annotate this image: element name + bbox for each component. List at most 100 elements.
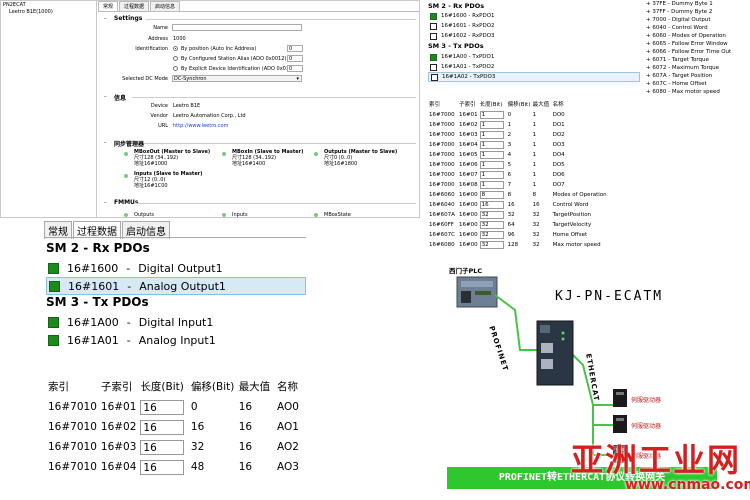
table-row[interactable]: 16#7000 16#02 1 1 1 DO1 [428, 120, 632, 130]
column-header[interactable]: 索引 [46, 377, 99, 397]
length-input[interactable]: 1 [479, 181, 504, 189]
pdo-row[interactable]: 16#1600 - RxPDO1 [428, 11, 640, 21]
pdo-row[interactable]: 16#1601- Analog Output1 [46, 277, 306, 295]
table-row[interactable]: 16#7000 16#08 1 7 1 DO7 [428, 180, 632, 190]
column-header[interactable]: 索引 [428, 100, 458, 110]
length-input[interactable]: 1 [479, 141, 504, 149]
pdo-checkbox[interactable] [48, 334, 59, 346]
name-input[interactable] [172, 24, 302, 31]
table-row[interactable]: 16#7000 16#01 1 0 1 DO0 [428, 110, 632, 120]
table-row[interactable]: 16#6060 16#00 8 8 8 Modes of Operation [428, 190, 632, 200]
radio-by-position[interactable] [173, 46, 178, 51]
pdo-row[interactable]: 16#1600- Digital Output1 [46, 259, 306, 277]
object-item[interactable]: + 7000 - Digital Output [646, 17, 711, 24]
pdo-checkbox[interactable] [430, 63, 437, 71]
length-input[interactable]: 8 [479, 191, 504, 199]
object-item[interactable]: + 6071 - Target Torque [646, 57, 709, 64]
column-header[interactable]: 长度(Bit) [138, 377, 188, 397]
length-input[interactable]: 16 [140, 439, 185, 455]
length-input[interactable]: 32 [479, 231, 504, 239]
length-input[interactable]: 1 [479, 111, 504, 119]
column-header[interactable]: 长度(Bit) [479, 100, 507, 110]
column-header[interactable]: 偏移(Bit) [189, 377, 237, 397]
tab-general[interactable]: 常规 [98, 1, 119, 11]
pdo-row[interactable]: 16#1602 - RxPDO3 [428, 31, 640, 41]
table-row[interactable]: 16#7010 16#01 16 0 16 AO0 [46, 397, 306, 417]
object-item[interactable]: + 6040 - Control Word [646, 25, 708, 32]
pdo-checkbox[interactable] [430, 32, 437, 40]
table-row[interactable]: 16#7000 16#07 1 6 1 DO6 [428, 170, 632, 180]
table-row[interactable]: 16#7000 16#04 1 3 1 DO3 [428, 140, 632, 150]
radio-by-explicit-id[interactable] [173, 66, 178, 71]
pdo-name: Digital Input1 [138, 315, 214, 329]
pdo-row[interactable]: 16#1A00 - TxPDO1 [428, 52, 640, 62]
tree-root[interactable]: PN2ECAT [3, 2, 26, 8]
position-value-input[interactable]: 0 [287, 45, 303, 52]
table-row[interactable]: 16#6080 16#00 32 128 32 Max motor speed [428, 240, 632, 250]
object-item[interactable]: + 607C - Home Offset [646, 81, 707, 88]
object-item[interactable]: + 6080 - Max motor speed [646, 89, 720, 96]
length-input[interactable]: 1 [479, 171, 504, 179]
object-item[interactable]: + 6065 - Follow Error Window [646, 41, 728, 48]
length-input[interactable]: 1 [479, 161, 504, 169]
object-item[interactable]: + 37FE - Dummy Byte 1 [646, 1, 713, 8]
collapse-icon[interactable]: – [104, 200, 107, 206]
tab-process-data[interactable]: 过程数据 [119, 1, 150, 11]
explicit-id-value-input[interactable]: 0 [287, 65, 303, 72]
object-item[interactable]: + 37FF - Dummy Byte 2 [646, 9, 712, 16]
pdo-row[interactable]: 16#1A02 - TxPDO3 [428, 72, 640, 82]
length-input[interactable]: 1 [479, 131, 504, 139]
table-row[interactable]: 16#7010 16#04 16 48 16 AO3 [46, 457, 306, 477]
column-header[interactable]: 名称 [275, 377, 306, 397]
pdo-row[interactable]: 16#1A00- Digital Input1 [46, 313, 306, 331]
column-header[interactable]: 子索引 [458, 100, 479, 110]
length-input[interactable]: 1 [479, 121, 504, 129]
length-input[interactable]: 16 [140, 399, 185, 415]
column-header[interactable]: 子索引 [99, 377, 139, 397]
object-item[interactable]: + 6066 - Follow Error Time Out [646, 49, 731, 56]
table-row[interactable]: 16#7000 16#03 1 2 1 DO2 [428, 130, 632, 140]
column-header[interactable]: 偏移(Bit) [507, 100, 532, 110]
tab-startup[interactable]: 启动信息 [150, 1, 181, 11]
pdo-checkbox[interactable] [48, 316, 59, 328]
radio-by-alias[interactable] [173, 56, 178, 61]
column-header[interactable]: 最大值 [237, 377, 275, 397]
collapse-icon[interactable]: – [104, 94, 107, 100]
length-input[interactable]: 16 [140, 419, 185, 435]
pdo-checkbox[interactable] [48, 262, 59, 274]
table-row[interactable]: 16#6040 16#00 16 16 16 Control Word [428, 200, 632, 210]
table-row[interactable]: 16#7010 16#02 16 16 16 AO1 [46, 417, 306, 437]
object-item[interactable]: + 607A - Target Position [646, 73, 712, 80]
table-row[interactable]: 16#7000 16#05 1 4 1 DO4 [428, 150, 632, 160]
length-input[interactable]: 32 [479, 211, 504, 219]
pdo-row[interactable]: 16#1A01 - TxPDO2 [428, 62, 640, 72]
pdo-index: 16#1A00 [67, 315, 119, 329]
dc-mode-select[interactable]: DC-Synchron ▾ [172, 75, 302, 82]
collapse-icon[interactable]: – [104, 16, 107, 22]
collapse-icon[interactable]: – [104, 140, 107, 146]
length-input[interactable]: 32 [479, 241, 504, 249]
pdo-row[interactable]: 16#1A01- Analog Input1 [46, 331, 306, 349]
object-item[interactable]: + 6072 - Maximum Torque [646, 65, 719, 72]
length-input[interactable]: 16 [140, 459, 185, 475]
table-row[interactable]: 16#7000 16#06 1 5 1 DO5 [428, 160, 632, 170]
length-input[interactable]: 16 [479, 201, 504, 209]
table-row[interactable]: 16#607A 16#00 32 32 32 TargetPosition [428, 210, 632, 220]
length-input[interactable]: 32 [479, 221, 504, 229]
length-input[interactable]: 1 [479, 151, 504, 159]
object-item[interactable]: + 6060 - Modes of Operation [646, 33, 726, 40]
url-link[interactable]: http://www.leetro.com [173, 123, 228, 129]
column-header[interactable]: 最大值 [532, 100, 552, 110]
column-header[interactable]: 名称 [552, 100, 632, 110]
table-row[interactable]: 16#60FF 16#00 32 64 32 TargetVelocity [428, 220, 632, 230]
pdo-checkbox[interactable] [431, 73, 438, 81]
table-row[interactable]: 16#607C 16#00 32 96 32 Home Offset [428, 230, 632, 240]
pdo-checkbox[interactable] [430, 22, 437, 30]
pdo-checkbox[interactable] [49, 280, 60, 292]
pdo-checkbox[interactable] [430, 12, 437, 20]
table-row[interactable]: 16#7010 16#03 16 32 16 AO2 [46, 437, 306, 457]
pdo-row[interactable]: 16#1601 - RxPDO2 [428, 21, 640, 31]
alias-value-input[interactable]: 0 [287, 55, 303, 62]
tree-device[interactable]: Leetro B1E(1000) [9, 9, 53, 15]
pdo-checkbox[interactable] [430, 53, 437, 61]
